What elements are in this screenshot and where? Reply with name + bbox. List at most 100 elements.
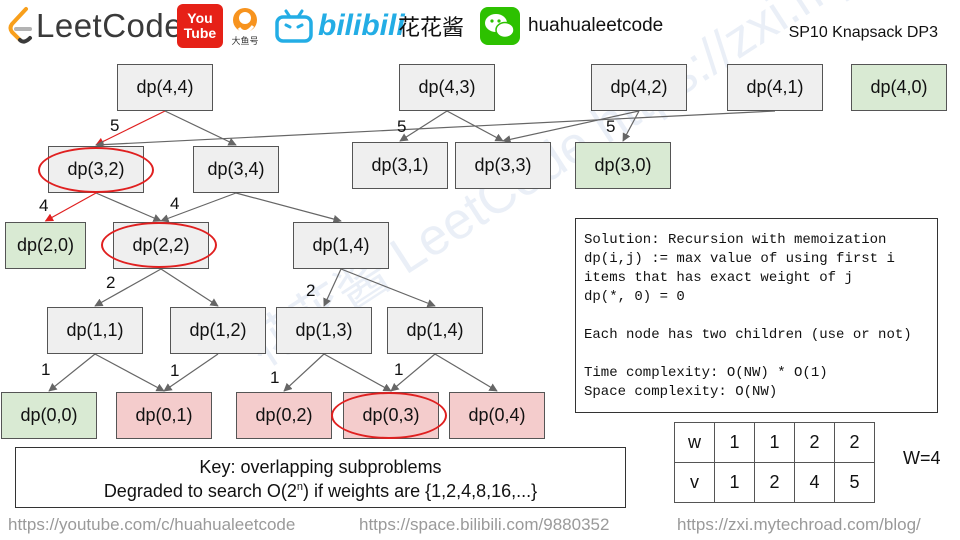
edge-weight-label: 2 (106, 273, 116, 292)
dayu-icon (233, 8, 257, 33)
capacity-label: W=4 (903, 448, 941, 468)
edge-n14a-n14b (340, 268, 436, 308)
solution-line: Each node has two children (use or not) (584, 327, 912, 343)
solution-line: items that has exact weight of j (584, 270, 853, 286)
node-dp-0-3: dp(0,3) (343, 392, 439, 439)
key-line-2-post: ) if weights are {1,2,4,8,16,...} (303, 481, 538, 501)
node-dp-2-0: dp(2,0) (5, 222, 86, 269)
edge-n32-n20 (44, 192, 97, 222)
node-dp-1-3: dp(1,3) (276, 307, 372, 354)
youtube-icon-top: You (187, 10, 213, 26)
edge-n43-n31 (399, 110, 448, 142)
node-dp-1-4-lower: dp(1,4) (387, 307, 483, 354)
slide-title: SP10 Knapsack DP3 (788, 24, 938, 41)
channel-name: 花花酱 (398, 4, 464, 48)
solution-box: Solution: Recursion with memoization dp(… (575, 218, 938, 413)
value-cell: 1 (714, 462, 755, 503)
node-dp-1-1: dp(1,1) (47, 307, 143, 354)
wechat-icon (480, 7, 520, 45)
solution-line: Space complexity: O(NW) (584, 384, 778, 400)
edge-n22-n11 (94, 268, 162, 307)
key-line-2-pre: Degraded to search O(2 (103, 481, 297, 501)
node-dp-0-4: dp(0,4) (449, 392, 545, 439)
leetcode-icon (8, 7, 32, 44)
bilibili-url: https://space.bilibili.com/9880352 (359, 515, 610, 534)
channel-name-text: 花花酱 (398, 16, 465, 41)
solution-line (584, 345, 929, 364)
edge-n11-n01 (94, 353, 165, 392)
items-table: w 1 1 2 2 v 1 2 4 5 (674, 422, 875, 503)
edge-weight-label: 4 (39, 196, 49, 215)
values-row: v 1 2 4 5 (674, 462, 875, 503)
node-dp-4-4: dp(4,4) (117, 64, 213, 111)
edge-n13-n03 (323, 353, 392, 392)
solution-line: dp(*, 0) = 0 (584, 289, 685, 305)
wechat-id: huahualeetcode (528, 15, 664, 36)
values-row-label: v (674, 462, 715, 503)
edge-n42-n33 (502, 110, 640, 144)
edge-weight-label: 5 (606, 117, 616, 136)
node-dp-4-2: dp(4,2) (591, 64, 687, 111)
node-dp-1-4-upper: dp(1,4) (293, 222, 389, 269)
solution-line: Solution: Recursion with memoization (584, 232, 887, 248)
youtube-icon: You Tube (177, 4, 223, 48)
edge-n14a-n13 (323, 268, 342, 307)
edge-weight-label: 1 (270, 368, 280, 387)
value-cell: 2 (754, 462, 795, 503)
edge-n42-n30 (622, 110, 640, 142)
edge-n22-n12 (160, 268, 219, 307)
dayu-logo: 大鱼号 (230, 4, 260, 48)
weight-cell: 1 (754, 422, 795, 463)
edge-weight-label: 1 (41, 360, 51, 379)
node-dp-3-4: dp(3,4) (193, 146, 279, 193)
blog-url: https://zxi.mytechroad.com/blog/ (677, 515, 921, 534)
edge-n34-n14a (235, 192, 342, 224)
leetcode-brand-text: LeetCode (36, 7, 184, 44)
node-dp-0-1: dp(0,1) (116, 392, 212, 439)
node-dp-0-0: dp(0,0) (1, 392, 97, 439)
weight-cell: 2 (834, 422, 875, 463)
solution-line: Time complexity: O(NW) * O(1) (584, 365, 828, 381)
weight-cell: 2 (794, 422, 835, 463)
key-line-2: Degraded to search O(2n) if weights are … (16, 481, 625, 502)
edge-n41-n32 (95, 110, 776, 149)
youtube-icon-bottom: Tube (183, 25, 217, 41)
wechat-logo: huahualeetcode (480, 4, 663, 48)
node-dp-3-3: dp(3,3) (455, 142, 551, 189)
edge-n44-n34 (164, 110, 237, 146)
node-dp-3-2: dp(3,2) (48, 146, 144, 193)
weight-cell: 1 (714, 422, 755, 463)
node-dp-1-2: dp(1,2) (170, 307, 266, 354)
solution-line (584, 307, 929, 326)
dayu-label: 大鱼号 (231, 36, 259, 46)
weights-row-label: w (674, 422, 715, 463)
value-cell: 5 (834, 462, 875, 503)
edge-n32-n22 (95, 192, 162, 222)
youtube-url: https://youtube.com/c/huahualeetcode (8, 515, 296, 534)
solution-line: dp(i,j) := max value of using first i (584, 251, 895, 267)
edge-n14b-n04 (434, 353, 498, 392)
weights-row: w 1 1 2 2 (674, 422, 875, 463)
edge-n11-n00 (48, 353, 96, 392)
node-dp-4-1: dp(4,1) (727, 64, 823, 111)
edge-weight-label: 5 (110, 116, 120, 135)
node-dp-2-2: dp(2,2) (113, 222, 209, 269)
bilibili-logo: bilibili (274, 4, 405, 48)
node-dp-3-1: dp(3,1) (352, 142, 448, 189)
edge-n13-n02 (283, 353, 325, 392)
edge-n44-n32 (95, 110, 166, 146)
key-box: Key: overlapping subproblems Degraded to… (15, 447, 626, 508)
node-dp-4-3: dp(4,3) (399, 64, 495, 111)
node-dp-3-0: dp(3,0) (575, 142, 671, 189)
key-line-1: Key: overlapping subproblems (199, 457, 442, 477)
node-dp-4-0: dp(4,0) (851, 64, 947, 111)
bilibili-brand-text: bilibili (318, 9, 405, 42)
edge-weight-label: 2 (306, 281, 316, 300)
edge-weight-label: 4 (170, 194, 180, 213)
edge-weight-label: 1 (394, 360, 404, 379)
edge-weight-label: 1 (170, 361, 180, 380)
youtube-logo: You Tube (177, 4, 223, 48)
node-dp-0-2: dp(0,2) (236, 392, 332, 439)
edge-weight-label: 5 (397, 117, 407, 136)
leetcode-logo: LeetCode (6, 4, 183, 48)
